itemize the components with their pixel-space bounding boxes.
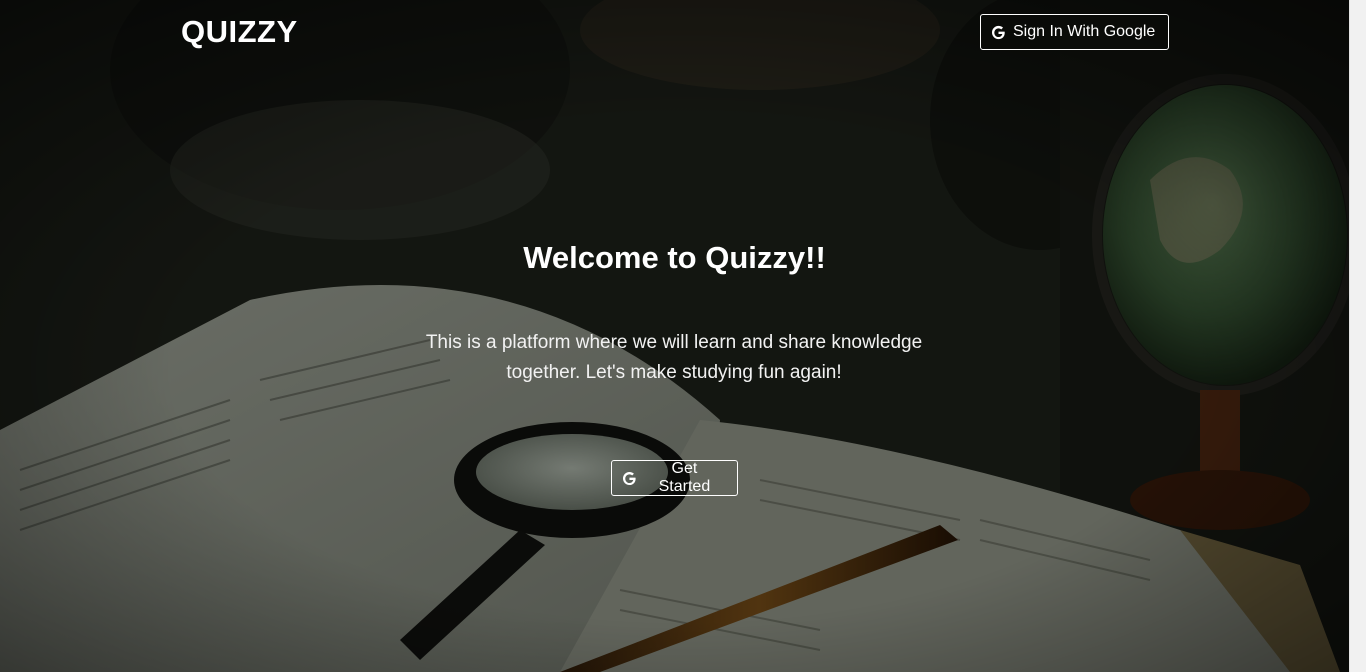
- page-scrollbar[interactable]: [1349, 0, 1366, 672]
- hero-description: This is a platform where we will learn a…: [425, 332, 923, 383]
- get-started-button[interactable]: Get Started: [611, 460, 738, 496]
- google-g-icon: [622, 471, 636, 485]
- hero-title: Welcome to Quizzy!!: [523, 240, 826, 275]
- brand-logo-text[interactable]: QUIZZY: [181, 12, 298, 52]
- sign-in-with-google-button[interactable]: Sign In With Google: [980, 14, 1169, 50]
- get-started-button-label: Get Started: [658, 460, 711, 495]
- landing-page: QUIZZY Sign In With Google Welcome to Qu…: [0, 0, 1366, 672]
- google-g-icon: [991, 25, 1005, 39]
- sign-in-button-label: Sign In With Google: [1013, 23, 1156, 40]
